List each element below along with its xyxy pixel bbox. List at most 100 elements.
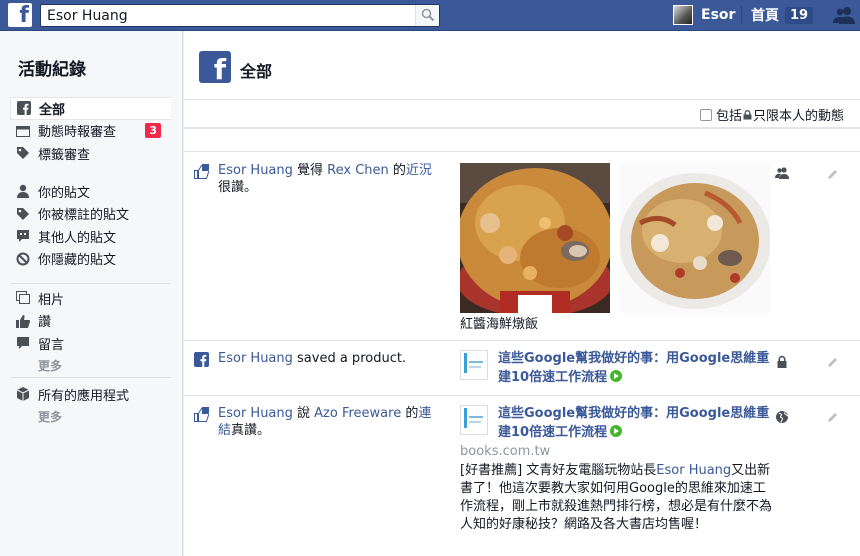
description-text: [好書推薦] 文青好友電腦玩物站長 bbox=[460, 463, 657, 478]
sidebar-item-likes[interactable]: 讚 bbox=[10, 310, 171, 333]
top-bar: f Esor 首頁 19 bbox=[0, 0, 860, 31]
filter-label-suffix: 只限本人的動態 bbox=[752, 109, 844, 124]
activity-verb: 覺得 bbox=[292, 163, 328, 178]
edit-pencil-icon[interactable] bbox=[827, 356, 839, 368]
actor-link[interactable]: Esor Huang bbox=[218, 406, 293, 421]
speech-icon bbox=[16, 229, 30, 243]
only-me-checkbox[interactable] bbox=[699, 108, 712, 121]
sidebar-title: 活動紀錄 bbox=[18, 60, 86, 80]
actor-link[interactable]: Esor Huang bbox=[218, 163, 293, 178]
food-photo[interactable] bbox=[460, 163, 610, 313]
link-domain: books.com.tw bbox=[460, 444, 551, 459]
divider bbox=[10, 377, 171, 378]
actor-link[interactable]: Esor Huang bbox=[218, 351, 293, 366]
sidebar-more-link[interactable]: 更多 bbox=[10, 406, 171, 429]
activity-row: Esor Huang 覺得 Rex Chen 的近況很讚。 紅醬海鮮燉飯 bbox=[184, 151, 860, 340]
sidebar-item-timeline-review[interactable]: 動態時報審查 3 bbox=[10, 120, 171, 143]
only-me-filter[interactable]: 包括 只限本人的動態 bbox=[699, 105, 844, 124]
mention-link[interactable]: Esor Huang bbox=[656, 463, 731, 478]
lock-icon[interactable] bbox=[775, 355, 789, 369]
timeline-icon bbox=[16, 124, 30, 138]
sidebar-item-tag-review[interactable]: 標籤審查 bbox=[10, 142, 171, 165]
edit-pencil-icon[interactable] bbox=[827, 411, 839, 423]
edit-pencil-icon[interactable] bbox=[827, 168, 839, 180]
food-photo[interactable] bbox=[620, 163, 770, 313]
activity-verb: saved a product. bbox=[292, 351, 407, 366]
activity-connector: 的 bbox=[401, 406, 419, 421]
sidebar-item-tagged-posts[interactable]: 你被標註的貼文 bbox=[10, 203, 171, 226]
activity-suffix: 真讚。 bbox=[231, 423, 271, 438]
sidebar-item-label: 讚 bbox=[38, 315, 52, 331]
link-description: [好書推薦] 文青好友電腦玩物站長Esor Huang又出新書了！他這次要教大家… bbox=[460, 462, 772, 534]
activity-text: Esor Huang 覺得 Rex Chen 的近況很讚。 bbox=[218, 162, 443, 196]
search-icon bbox=[421, 8, 435, 22]
go-arrow-icon bbox=[610, 425, 623, 437]
sidebar-item-label: 你被標註的貼文 bbox=[38, 208, 130, 224]
photos-icon bbox=[16, 291, 30, 305]
search-button[interactable] bbox=[415, 5, 439, 26]
go-arrow-icon bbox=[610, 370, 623, 382]
activity-row: Esor Huang saved a product. 這些Google幫我做好… bbox=[184, 340, 860, 395]
like-icon bbox=[16, 314, 31, 328]
link-title-text: 這些Google幫我做好的事：用Google思維重建10倍速工作流程 bbox=[498, 351, 770, 385]
sidebar-item-label: 相片 bbox=[38, 292, 65, 308]
globe-icon[interactable] bbox=[775, 410, 789, 424]
tag-icon bbox=[16, 207, 30, 221]
sidebar-item-label: 所有的應用程式 bbox=[38, 388, 130, 404]
section-header: f 全部 bbox=[184, 31, 860, 100]
activity-log-main: f 全部 包括 只限本人的動態 Esor Huang 覺得 Rex Chen 的… bbox=[184, 31, 860, 556]
friends-icon[interactable] bbox=[775, 166, 789, 180]
nav-group-apps: 所有的應用程式 更多 bbox=[10, 383, 171, 428]
divider bbox=[184, 127, 860, 129]
search-input[interactable] bbox=[41, 5, 411, 26]
friend-requests-icon[interactable] bbox=[833, 6, 855, 28]
review-count-badge: 3 bbox=[145, 122, 161, 138]
like-icon bbox=[194, 407, 209, 422]
home-link[interactable]: 首頁 19 bbox=[751, 5, 814, 25]
shared-link-title[interactable]: 這些Google幫我做好的事：用Google思維重建10倍速工作流程 bbox=[498, 349, 778, 387]
sidebar-item-label: 你的貼文 bbox=[38, 185, 91, 201]
target-link[interactable]: Rex Chen bbox=[327, 163, 389, 178]
book-thumbnail[interactable] bbox=[460, 350, 488, 380]
block-icon bbox=[16, 252, 30, 266]
sidebar-item-all-apps[interactable]: 所有的應用程式 bbox=[10, 383, 171, 406]
object-link[interactable]: 近況 bbox=[406, 163, 432, 178]
sidebar-item-others-posts[interactable]: 其他人的貼文 bbox=[10, 225, 171, 248]
sidebar-item-photos[interactable]: 相片 bbox=[10, 287, 171, 310]
profile-link[interactable]: Esor bbox=[673, 5, 735, 25]
lock-icon bbox=[743, 109, 752, 119]
page-title: 全部 bbox=[240, 62, 273, 81]
sidebar-item-your-posts[interactable]: 你的貼文 bbox=[10, 180, 171, 203]
activity-log-sidebar: 活動紀錄 全部 動態時報審查 3 標籤審查 你的貼文 你被標註的貼文 其他人的貼… bbox=[0, 31, 183, 556]
filter-label: 包括 bbox=[715, 109, 742, 124]
nav-group-media: 相片 讚 留言 更多 bbox=[10, 287, 171, 377]
facebook-icon: f bbox=[199, 51, 231, 83]
activity-text: Esor Huang saved a product. bbox=[218, 350, 443, 367]
sidebar-item-label: 留言 bbox=[38, 337, 65, 353]
tag-icon bbox=[16, 146, 30, 160]
home-label: 首頁 bbox=[751, 8, 779, 24]
sidebar-item-hidden-posts[interactable]: 你隱藏的貼文 bbox=[10, 248, 171, 271]
sidebar-item-comments[interactable]: 留言 bbox=[10, 332, 171, 355]
facebook-icon bbox=[17, 101, 31, 116]
shared-link-title[interactable]: 這些Google幫我做好的事：用Google思維重建10倍速工作流程 bbox=[498, 404, 778, 442]
facebook-icon bbox=[194, 352, 209, 367]
search-box bbox=[40, 4, 440, 27]
activity-text: Esor Huang 說 Azo Freeware 的連結真讚。 bbox=[218, 405, 443, 439]
home-count-badge: 19 bbox=[785, 6, 814, 24]
profile-name: Esor bbox=[701, 7, 736, 23]
sidebar-item-all[interactable]: 全部 bbox=[10, 97, 171, 120]
target-link[interactable]: Azo Freeware bbox=[314, 406, 401, 421]
activity-connector: 的 bbox=[388, 163, 406, 178]
link-title-text: 這些Google幫我做好的事：用Google思維重建10倍速工作流程 bbox=[498, 406, 770, 440]
sidebar-item-label: 標籤審查 bbox=[38, 147, 91, 163]
nav-group-posts: 你的貼文 你被標註的貼文 其他人的貼文 你隱藏的貼文 bbox=[10, 180, 171, 270]
facebook-logo[interactable]: f bbox=[8, 3, 32, 27]
book-thumbnail[interactable] bbox=[460, 405, 488, 435]
photo-caption: 紅醬海鮮燉飯 bbox=[460, 317, 539, 332]
person-icon bbox=[16, 184, 30, 199]
sidebar-item-label: 動態時報審查 bbox=[38, 125, 117, 141]
sidebar-item-label: 你隱藏的貼文 bbox=[38, 253, 117, 269]
sidebar-more-link[interactable]: 更多 bbox=[10, 355, 171, 378]
nav-group-main: 全部 動態時報審查 3 標籤審查 bbox=[10, 97, 171, 165]
